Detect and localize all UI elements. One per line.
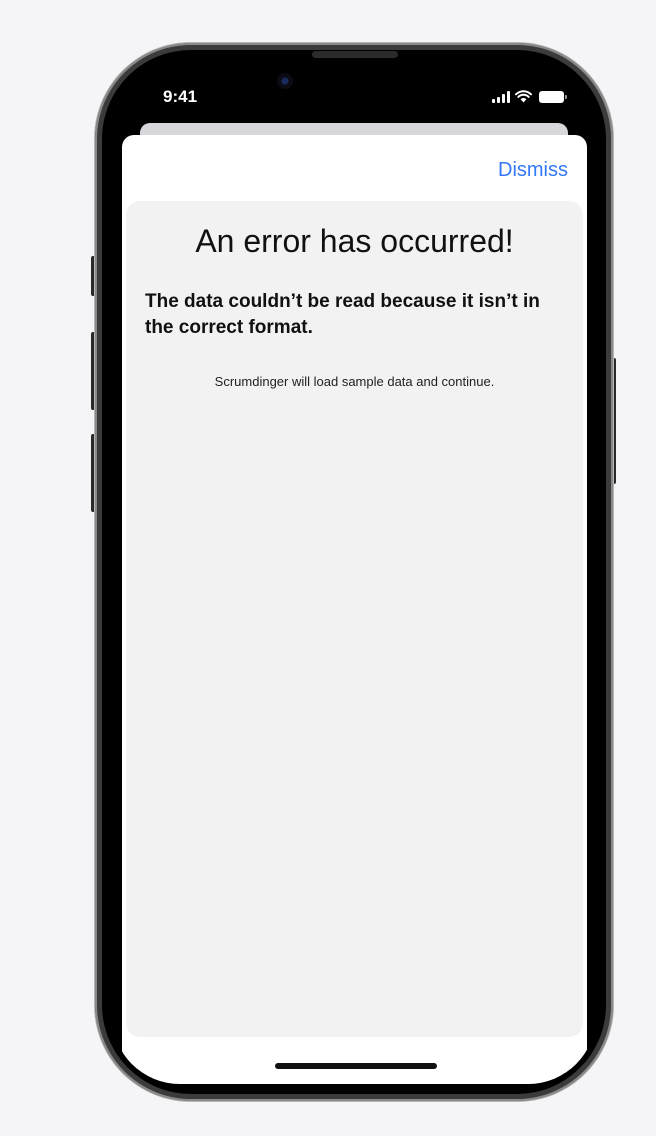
phone-screen: 9:41 Dismiss An error has occurred! The …	[112, 60, 596, 1084]
battery-icon	[539, 90, 567, 103]
error-card: An error has occurred! The data couldn’t…	[126, 201, 583, 1037]
error-sheet: Dismiss An error has occurred! The data …	[122, 135, 587, 1084]
error-title: An error has occurred!	[195, 223, 514, 259]
status-icons	[492, 90, 567, 103]
error-footnote: Scrumdinger will load sample data and co…	[214, 374, 495, 389]
wifi-icon	[515, 90, 532, 103]
error-message: The data couldn’t be read because it isn…	[145, 291, 540, 338]
cellular-signal-icon	[492, 90, 510, 103]
earpiece-speaker	[312, 51, 398, 58]
home-indicator[interactable]	[275, 1063, 437, 1069]
dismiss-button[interactable]: Dismiss	[498, 159, 568, 182]
front-camera-icon	[277, 73, 293, 89]
status-time: 9:41	[163, 87, 198, 106]
phone-mockup: 9:41 Dismiss An error has occurred! The …	[0, 0, 656, 1136]
